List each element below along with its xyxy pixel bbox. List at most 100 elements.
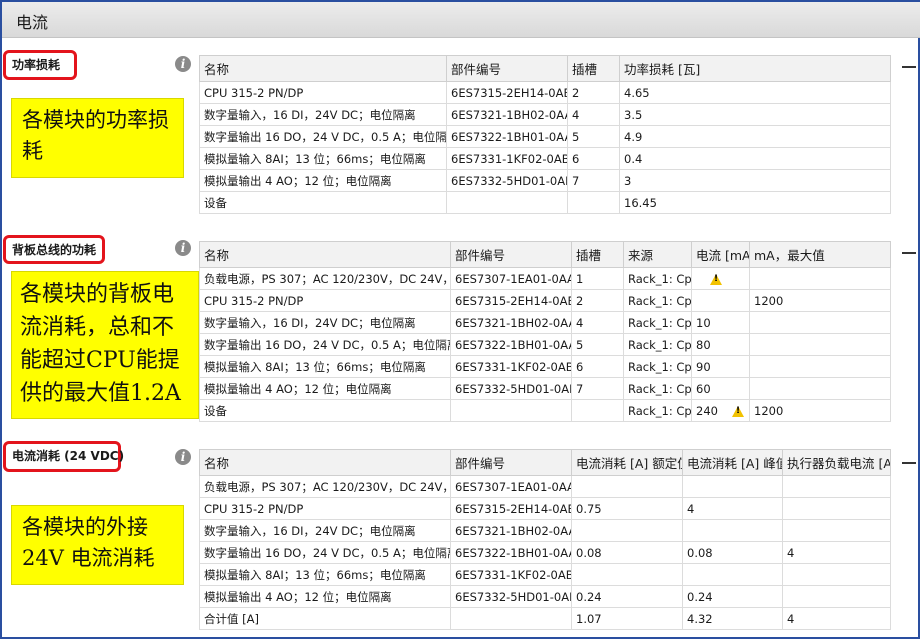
cell-text: CPU 315-2 PN/DP — [204, 501, 304, 516]
table-cell: Rack_1: Cpu — [623, 289, 692, 312]
table-row[interactable]: CPU 315-2 PN/DP 6ES7315-2EH14-0AB0 2 Rack_1… — [199, 289, 891, 312]
table-row[interactable]: 模拟量输出 4 AO；12 位；电位隔离 6ES7332-5HD01-0AB0 7 R… — [199, 377, 891, 400]
cell-text: 模拟量输出 4 AO；12 位；电位隔离 — [204, 589, 392, 604]
table-cell: 合计值 [A] — [199, 607, 451, 630]
title-bar: 电流 — [2, 2, 920, 38]
table-cell: 4 — [571, 311, 624, 334]
table-row[interactable]: 模拟量输入 8AI；13 位；66ms；电位隔离 6ES7331-1KF02-0A… — [199, 563, 891, 586]
table-cell: 负载电源，PS 307；AC 120/230V，DC 24V，5A — [199, 267, 451, 290]
cell-text: 模拟量输出 4 AO；12 位；电位隔离 — [204, 381, 392, 396]
table-row[interactable]: 数字量输入，16 DI，24V DC；电位隔离 6ES7321-1BH02-0AA… — [199, 519, 891, 542]
info-icon[interactable]: i — [175, 56, 191, 72]
info-icon[interactable]: i — [175, 449, 191, 465]
current-section-label: 电流消耗 (24 VDC) — [3, 441, 124, 472]
table-cell: 6ES7332-5HD01-0AB0 — [450, 585, 572, 608]
table-row[interactable]: 模拟量输入 8AI；13 位；66ms；电位隔离 6ES7331-1KF02-0A… — [199, 355, 891, 378]
column-header[interactable]: 部件编号 — [450, 241, 572, 268]
cell-text: 6 — [576, 359, 584, 374]
column-header[interactable]: 电流 [mA] — [691, 241, 750, 268]
table-row[interactable]: CPU 315-2 PN/DP 6ES7315-2EH14-0AB0 2 4.65 — [199, 81, 891, 104]
table-row[interactable]: 数字量输出 16 DO，24 V DC，0.5 A；电位隔离 6ES7322-1B… — [199, 333, 891, 356]
table-row[interactable]: 设备 Rack_1: Cpu 240 1200 — [199, 399, 891, 422]
table-cell: 模拟量输入 8AI；13 位；66ms；电位隔离 — [199, 563, 451, 586]
column-header[interactable]: 名称 — [199, 241, 451, 268]
column-header[interactable]: 部件编号 — [446, 55, 568, 82]
cell-text: 10 — [696, 315, 711, 330]
cell-text: 240 — [696, 403, 718, 418]
cell-text: Rack_1: Cpu — [628, 293, 692, 308]
table-cell: 4 — [567, 103, 620, 126]
cell-text: 4.9 — [624, 129, 643, 144]
cell-text: Rack_1: Cpu — [628, 381, 692, 396]
table-cell: 6 — [567, 147, 620, 170]
table-cell: CPU 315-2 PN/DP — [199, 81, 447, 104]
column-header[interactable]: 部件编号 — [450, 449, 572, 476]
power-note: 各模块的功率损耗 — [11, 98, 184, 178]
column-header[interactable]: mA，最大值 — [749, 241, 891, 268]
table-row[interactable]: CPU 315-2 PN/DP 6ES7315-2EH14-0AB0 0.75 4 — [199, 497, 891, 520]
info-icon[interactable]: i — [175, 240, 191, 256]
column-header[interactable]: 名称 — [199, 55, 447, 82]
table-cell: 6ES7321-1BH02-0AA0 — [446, 103, 568, 126]
cell-text: 数字量输入，16 DI，24V DC；电位隔离 — [204, 107, 416, 122]
table-cell: 负载电源，PS 307；AC 120/230V，DC 24V，5A — [199, 475, 451, 498]
backplane-section-label: 背板总线的功耗 — [3, 235, 105, 264]
table-row[interactable]: 合计值 [A] 1.07 4.32 4 — [199, 607, 891, 630]
column-header[interactable]: 执行器负载电流 [A] — [782, 449, 891, 476]
cell-text: 90 — [696, 359, 711, 374]
column-header[interactable]: 名称 — [199, 449, 451, 476]
table-row[interactable]: 负载电源，PS 307；AC 120/230V，DC 24V，5A 6ES7307… — [199, 475, 891, 498]
table-cell: 6ES7322-1BH01-0AA0 — [450, 541, 572, 564]
cell-text: 数字量输入，16 DI，24V DC；电位隔离 — [204, 523, 416, 538]
collapse-icon[interactable] — [902, 462, 916, 464]
cell-text: Rack_1: Cpu — [628, 271, 692, 286]
column-header[interactable]: 插槽 — [571, 241, 624, 268]
table-header-row: 名称 部件编号 电流消耗 [A] 额定值 电流消耗 [A] 峰值 执行器负载电流 [A] — [199, 449, 891, 476]
cell-text: 0.4 — [624, 151, 643, 166]
table-cell: 4.9 — [619, 125, 891, 148]
table-row[interactable]: 设备 16.45 — [199, 191, 891, 214]
cell-text: 60 — [696, 381, 711, 396]
table-row[interactable]: 模拟量输出 4 AO；12 位；电位隔离 6ES7332-5HD01-0AB0 7 3 — [199, 169, 891, 192]
cell-text: 负载电源，PS 307；AC 120/230V，DC 24V，5A — [204, 271, 451, 286]
table-cell: 6ES7322-1BH01-0AA0 — [450, 333, 572, 356]
column-header[interactable]: 电流消耗 [A] 额定值 — [571, 449, 683, 476]
cell-text: 6ES7322-1BH01-0AA0 — [451, 129, 568, 144]
cell-text: 6ES7331-1KF02-0AB0 — [451, 151, 568, 166]
column-header[interactable]: 功率损耗 [瓦] — [619, 55, 891, 82]
cell-text: Rack_1: Cpu — [628, 337, 692, 352]
collapse-icon[interactable] — [902, 252, 916, 254]
table-row[interactable]: 数字量输入，16 DI，24V DC；电位隔离 6ES7321-1BH02-0AA… — [199, 311, 891, 334]
table-cell: 1.07 — [571, 607, 683, 630]
cell-text: 4.65 — [624, 85, 650, 100]
table-cell: 6ES7332-5HD01-0AB0 — [446, 169, 568, 192]
table-row[interactable]: 模拟量输出 4 AO；12 位；电位隔离 6ES7332-5HD01-0AB0 0.… — [199, 585, 891, 608]
table-cell — [782, 585, 891, 608]
table-cell: Rack_1: Cpu — [623, 311, 692, 334]
cell-text: 数字量输出 16 DO，24 V DC，0.5 A；电位隔离 — [204, 337, 451, 352]
cell-text: 6ES7307-1EA01-0AA0 — [455, 271, 572, 286]
table-row[interactable]: 数字量输出 16 DO，24 V DC，0.5 A；电位隔离 6ES7322-1B… — [199, 125, 891, 148]
table-cell: Rack_1: Cpu — [623, 355, 692, 378]
cell-text: Rack_1: Cpu — [628, 315, 692, 330]
table-cell: 7 — [571, 377, 624, 400]
table-cell: 1200 — [749, 399, 891, 422]
column-header[interactable]: 电流消耗 [A] 峰值 — [682, 449, 783, 476]
table-cell — [691, 289, 750, 312]
warning-icon — [731, 405, 744, 417]
table-row[interactable]: 数字量输入，16 DI，24V DC；电位隔离 6ES7321-1BH02-0AA… — [199, 103, 891, 126]
column-header[interactable]: 插槽 — [567, 55, 620, 82]
cell-text: 1200 — [754, 403, 784, 418]
table-cell: Rack_1: Cpu — [623, 399, 692, 422]
table-cell: 80 — [691, 333, 750, 356]
table-row[interactable]: 负载电源，PS 307；AC 120/230V，DC 24V，5A 6ES7307… — [199, 267, 891, 290]
table-row[interactable]: 模拟量输入 8AI；13 位；66ms；电位隔离 6ES7331-1KF02-0A… — [199, 147, 891, 170]
table-cell: 数字量输出 16 DO，24 V DC，0.5 A；电位隔离 — [199, 541, 451, 564]
power-section-label: 功率损耗 — [3, 50, 77, 80]
cell-text: 数字量输出 16 DO，24 V DC，0.5 A；电位隔离 — [204, 129, 447, 144]
column-header[interactable]: 来源 — [623, 241, 692, 268]
table-row[interactable]: 数字量输出 16 DO，24 V DC，0.5 A；电位隔离 6ES7322-1B… — [199, 541, 891, 564]
cell-text: Rack_1: Cpu — [628, 359, 692, 374]
cell-text: 数字量输入，16 DI，24V DC；电位隔离 — [204, 315, 416, 330]
collapse-icon[interactable] — [902, 66, 916, 68]
